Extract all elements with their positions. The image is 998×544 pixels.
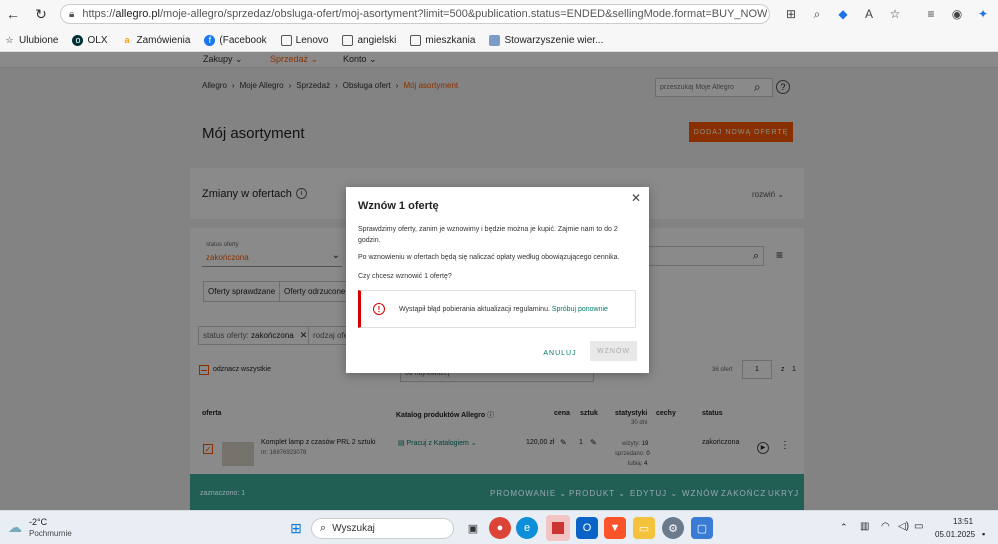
tag-icon[interactable]: ◆ (832, 4, 854, 24)
olx-icon: o (72, 34, 84, 46)
close-icon[interactable]: ✕ (629, 191, 643, 205)
battery-icon[interactable]: ▭ (914, 521, 923, 532)
weather-temp: -2°C (29, 517, 48, 527)
tray-app-icon[interactable]: ▥ (860, 521, 869, 532)
brave-icon[interactable]: ▼ (604, 517, 626, 539)
error-message: Wystąpił błąd pobierania aktualizacji re… (399, 305, 550, 313)
clock-time[interactable]: 13:51 (953, 517, 973, 526)
back-icon[interactable]: ← (2, 3, 24, 25)
bookmark-zamowienia[interactable]: a Zamówienia (122, 35, 190, 46)
end-action[interactable]: ZAKOŃCZ (721, 489, 766, 498)
bookmark-olx[interactable]: o OLX (72, 34, 108, 46)
product-menu[interactable]: PRODUKT ⌄ (569, 489, 626, 498)
dialog-text-2: Po wznowieniu w ofertach będą się nalicz… (358, 254, 620, 261)
app-icon[interactable]: ⊞ (780, 4, 802, 24)
amazon-icon: a (124, 35, 130, 45)
address-bar[interactable]: 🔒︎ https://allegro.pl/moje-allegro/sprze… (60, 4, 770, 24)
dialog-title: Wznów 1 ofertę (358, 200, 439, 212)
facebook-icon: f (204, 34, 216, 46)
dialog-text-1: Sprawdzimy oferty, zanim je wznowimy i b… (358, 226, 618, 244)
file-explorer-icon[interactable]: ▭ (633, 517, 655, 539)
error-icon: ! (373, 303, 385, 315)
search-icon: ⌕ (320, 522, 327, 534)
clock-date[interactable]: 05.01.2025 (935, 530, 975, 539)
cancel-button[interactable]: ANULUJ (542, 344, 578, 362)
bookmark-facebook[interactable]: f (Facebook (204, 34, 267, 46)
copilot-icon[interactable]: ✦ (972, 4, 994, 24)
bookmark-mieszkania[interactable]: mieszkania (410, 34, 475, 46)
folder-icon (410, 34, 422, 46)
selected-count: zaznaczono: 1 (200, 490, 246, 497)
task-view-icon[interactable]: ▣ (462, 517, 484, 539)
resume-action[interactable]: WZNÓW (682, 489, 719, 498)
outlook-icon[interactable]: O (576, 517, 598, 539)
windows-taskbar: ☁ -2°C Pochmurnie ⊞ ⌕ Wyszukaj ▣ ● e O ▼… (0, 510, 998, 544)
app-window-icon[interactable]: ▢ (691, 517, 713, 539)
bookmark-angielski[interactable]: angielski (342, 34, 396, 46)
folder-icon (342, 34, 354, 46)
weather-desc: Pochmurnie (29, 529, 72, 538)
action-bar: zaznaczono: 1 PROMOWANIE ⌄ PRODUKT ⌄ EDY… (190, 474, 804, 510)
url-text: https://allegro.pl/moje-allegro/sprzedaz… (82, 8, 768, 20)
edit-menu[interactable]: EDYTUJ ⌄ (630, 489, 678, 498)
tray-chevron-icon[interactable]: ⌃ (840, 522, 848, 533)
reload-icon[interactable]: ↻ (30, 3, 52, 25)
folder-icon (280, 34, 292, 46)
site-icon (489, 34, 501, 46)
bookmark-stowarzyszenie[interactable]: Stowarzyszenie wier... (489, 34, 603, 46)
lock-icon: 🔒︎ (69, 8, 75, 20)
weather-icon[interactable]: ☁ (8, 519, 22, 536)
star-icon: ☆ (5, 34, 14, 45)
store-icon[interactable] (546, 515, 570, 541)
favorite-icon[interactable]: ☆ (884, 4, 906, 24)
chrome-icon[interactable]: ● (489, 517, 511, 539)
error-alert: ! Wystąpił błąd pobierania aktualizacji … (358, 290, 636, 328)
favorites-list-icon[interactable]: ≡ (920, 4, 942, 24)
bookmarks-bar: ☆ Ulubione o OLX a Zamówienia f (Facebook Le… (0, 30, 998, 50)
profile-icon[interactable]: ◉ (946, 4, 968, 24)
edge-icon[interactable]: e (516, 517, 538, 539)
notifications-icon[interactable]: ▪ (982, 529, 985, 539)
taskbar-search[interactable]: ⌕ Wyszukaj (311, 518, 454, 539)
wifi-icon[interactable]: ◠ (881, 521, 890, 532)
windows-start-icon[interactable]: ⊞ (285, 517, 307, 539)
settings-icon[interactable]: ⚙ (662, 517, 684, 539)
browser-chrome: ← ↻ 🔒︎ https://allegro.pl/moje-allegro/s… (0, 0, 998, 52)
retry-link[interactable]: Spróbuj ponownie (552, 306, 608, 313)
bookmark-lenovo[interactable]: Lenovo (280, 34, 328, 46)
dialog-text-3: Czy chcesz wznowić 1 ofertę? (358, 273, 452, 280)
resume-offer-dialog: Wznów 1 ofertę ✕ Sprawdzimy oferty, zani… (346, 187, 649, 373)
resume-button[interactable]: WZNÓW (590, 341, 637, 361)
bookmark-ulubione[interactable]: ☆ Ulubione (4, 35, 58, 46)
read-aloud-icon[interactable]: A (858, 4, 880, 24)
zoom-icon[interactable]: ⌕ (806, 4, 828, 24)
promote-menu[interactable]: PROMOWANIE ⌄ (490, 489, 567, 498)
hide-action[interactable]: UKRYJ (768, 489, 799, 498)
volume-icon[interactable]: ◁) (898, 521, 909, 532)
